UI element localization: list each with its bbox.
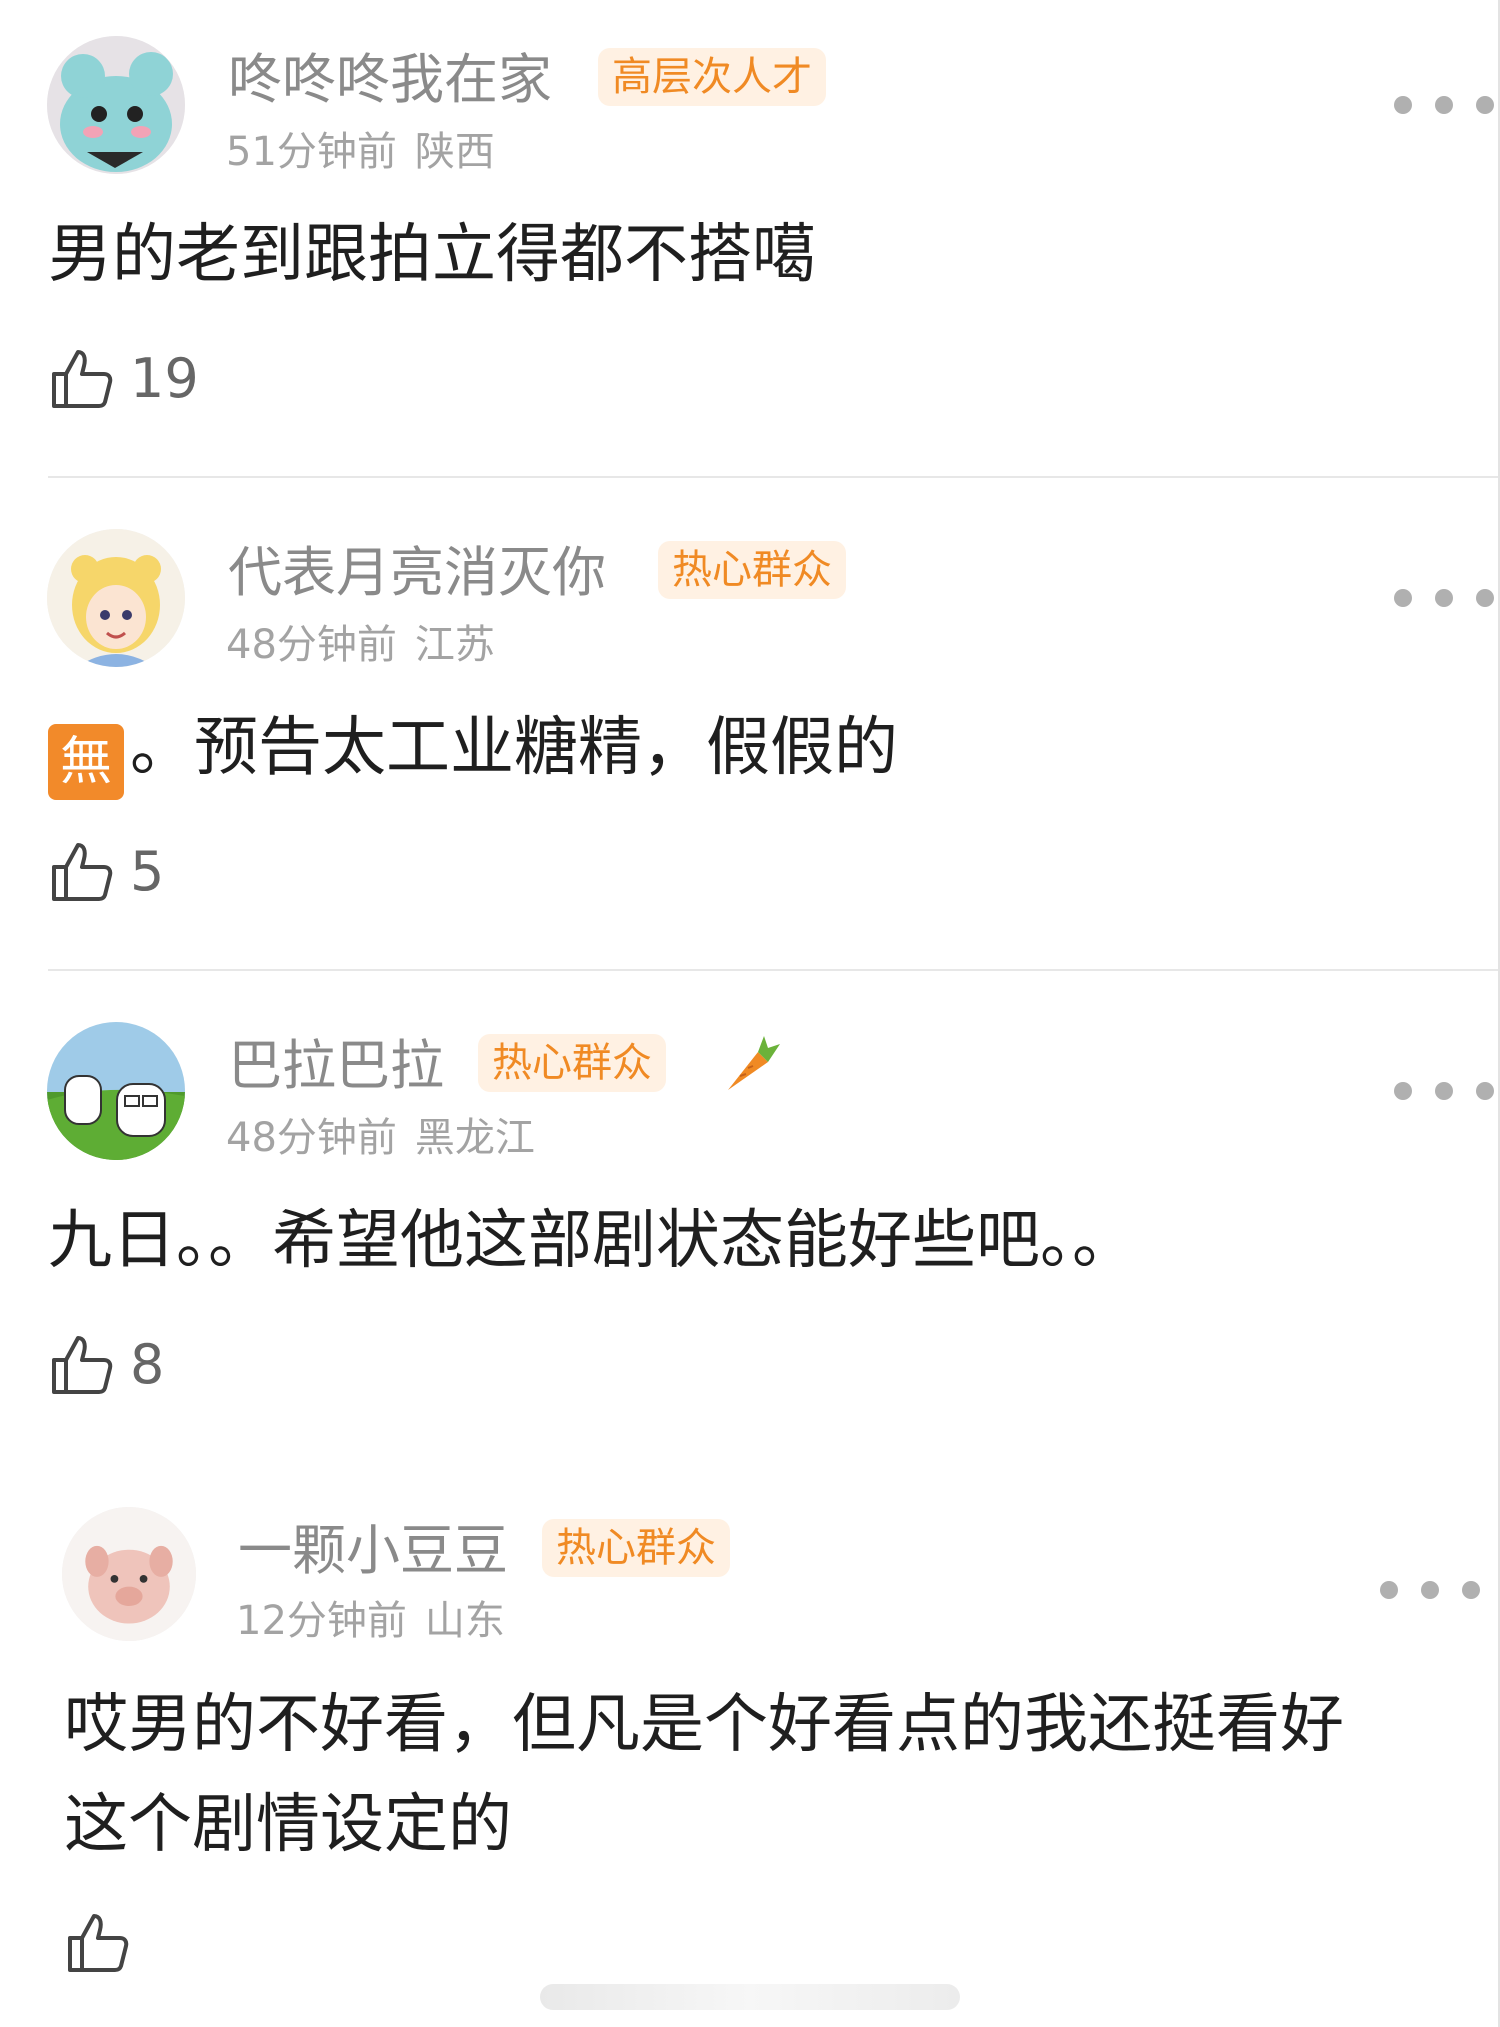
like-button[interactable]: 5 bbox=[50, 836, 164, 906]
thumbs-up-icon bbox=[68, 1914, 129, 1972]
more-options-button[interactable] bbox=[1394, 583, 1494, 613]
comment-text: 男的老到跟拍立得都不搭噶 bbox=[48, 218, 816, 292]
comment-time: 12分钟前 bbox=[236, 1598, 407, 1644]
comment-meta: 51分钟前 陕西 bbox=[226, 128, 495, 176]
username[interactable]: 咚咚咚我在家 bbox=[228, 48, 552, 112]
comment-text: 無。预告太工业糖精，假假的 bbox=[48, 698, 898, 800]
thumbs-up-icon bbox=[52, 843, 113, 901]
dot-icon bbox=[1476, 96, 1494, 114]
user-badge: 热心群众 bbox=[478, 1034, 666, 1092]
avatar[interactable] bbox=[47, 36, 185, 174]
comment-text-line: 哎男的不好看，但凡是个好看点的我还挺看好 bbox=[64, 1688, 1344, 1762]
comment-meta: 48分钟前 江苏 bbox=[226, 621, 495, 669]
user-badge: 热心群众 bbox=[658, 541, 846, 599]
comment-time: 51分钟前 bbox=[226, 129, 397, 175]
dot-icon bbox=[1394, 1082, 1412, 1100]
comment-time: 48分钟前 bbox=[226, 1115, 397, 1161]
comment-meta: 12分钟前 山东 bbox=[236, 1597, 505, 1645]
avatar[interactable] bbox=[62, 1507, 196, 1641]
pink-pig-icon bbox=[62, 1507, 196, 1641]
thumbs-up-icon bbox=[52, 350, 113, 408]
comment-location: 陕西 bbox=[414, 129, 495, 175]
cartoon-field-icon bbox=[47, 1022, 185, 1160]
dot-icon bbox=[1435, 1082, 1453, 1100]
username[interactable]: 代表月亮消灭你 bbox=[228, 541, 606, 605]
dot-icon bbox=[1435, 96, 1453, 114]
comment-text: 九日。。希望他这部剧状态能好些吧。。 bbox=[48, 1204, 1136, 1278]
plush-toy-icon bbox=[47, 36, 185, 174]
user-badge: 高层次人才 bbox=[598, 48, 826, 106]
carrot-icon bbox=[728, 1036, 780, 1090]
thumbs-up-icon bbox=[52, 1336, 113, 1394]
comment-text-line: 这个剧情设定的 bbox=[64, 1788, 512, 1862]
like-button[interactable]: 8 bbox=[50, 1329, 164, 1399]
username[interactable]: 一颗小豆豆 bbox=[238, 1519, 508, 1583]
dot-icon bbox=[1462, 1581, 1480, 1599]
user-badge: 热心群众 bbox=[542, 1519, 730, 1577]
dot-icon bbox=[1421, 1581, 1439, 1599]
like-count: 19 bbox=[130, 346, 199, 410]
comment-text-body: 。预告太工业糖精，假假的 bbox=[130, 711, 898, 785]
username[interactable]: 巴拉巴拉 bbox=[228, 1034, 444, 1098]
comment-location: 江苏 bbox=[414, 622, 495, 668]
comment-meta: 48分钟前 黑龙江 bbox=[226, 1114, 535, 1162]
comment-location: 山东 bbox=[424, 1598, 505, 1644]
anime-girl-icon bbox=[47, 529, 185, 667]
avatar[interactable] bbox=[47, 529, 185, 667]
dot-icon bbox=[1476, 589, 1494, 607]
avatar[interactable] bbox=[47, 1022, 185, 1160]
dot-icon bbox=[1380, 1581, 1398, 1599]
like-count: 5 bbox=[130, 839, 165, 903]
like-button[interactable]: 19 bbox=[50, 343, 199, 413]
like-count: 8 bbox=[130, 1332, 165, 1396]
dot-icon bbox=[1394, 96, 1412, 114]
more-options-button[interactable] bbox=[1394, 1076, 1494, 1106]
more-options-button[interactable] bbox=[1394, 90, 1494, 120]
comment-location: 黑龙江 bbox=[414, 1115, 535, 1161]
like-button[interactable] bbox=[66, 1907, 146, 1977]
divider bbox=[48, 969, 1498, 971]
divider bbox=[48, 476, 1498, 478]
more-options-button[interactable] bbox=[1380, 1575, 1480, 1605]
comment-time: 48分钟前 bbox=[226, 622, 397, 668]
home-indicator bbox=[540, 1984, 960, 2010]
comment-text: 哎男的不好看，但凡是个好看点的我还挺看好 这个剧情设定的 bbox=[64, 1675, 1344, 1875]
emoji-wu-icon: 無 bbox=[48, 724, 124, 800]
dot-icon bbox=[1435, 589, 1453, 607]
dot-icon bbox=[1394, 589, 1412, 607]
dot-icon bbox=[1476, 1082, 1494, 1100]
